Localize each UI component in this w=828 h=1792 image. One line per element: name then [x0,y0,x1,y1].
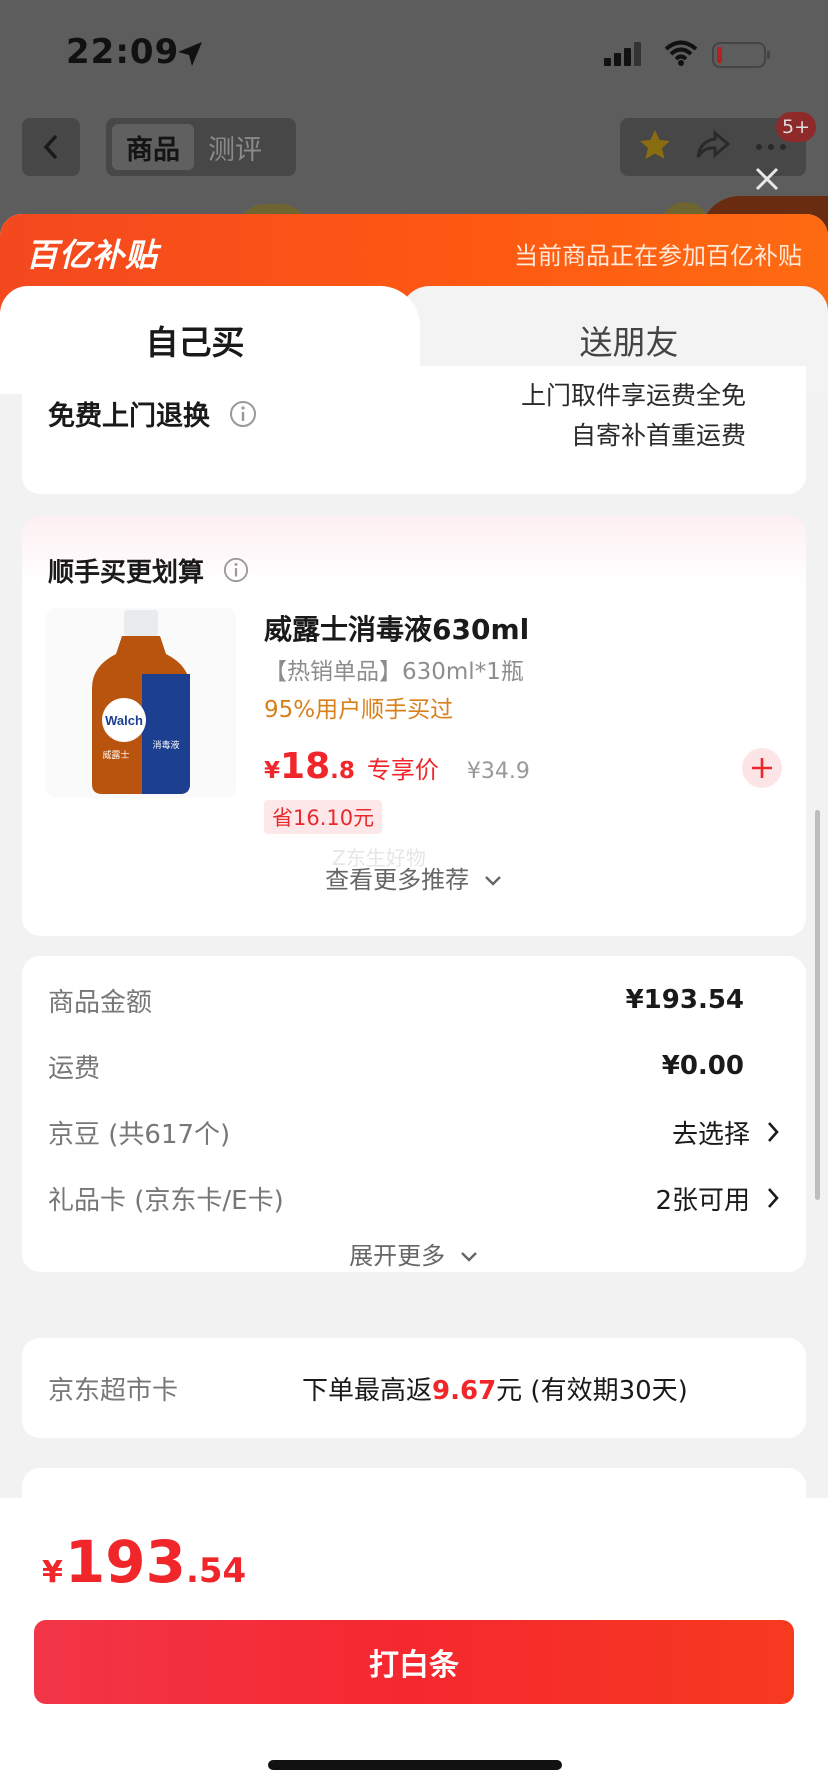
nav-tabs: 商品 测评 [106,118,296,176]
more-recommendations-label: 查看更多推荐 [325,866,470,894]
summary-value: 2张可用 [655,1180,780,1217]
cellular-signal-icon [604,42,644,70]
upsell-title-text: 顺手买更划算 [48,558,205,588]
info-icon[interactable] [229,400,257,435]
message-badge: 5+ [776,112,817,142]
total-price: ¥ 193 .54 [42,1528,246,1596]
summary-row-giftcard[interactable]: 礼品卡 (京东卡/E卡) 2张可用 [48,1178,780,1218]
cashback-suffix: 元 (有效期30天) [496,1376,688,1406]
add-to-cart-button[interactable] [742,748,782,788]
cashback-amount: 9.67 [432,1376,497,1406]
chevron-down-icon [484,876,501,886]
product-spec: 【热销单品】630ml*1瓶 [264,659,524,685]
total-currency: ¥ [42,1555,63,1590]
wifi-icon [664,40,698,70]
summary-value: ¥193.54 [625,985,744,1015]
chevron-right-icon [768,1122,779,1142]
tab-review[interactable]: 测评 [194,124,276,170]
summary-label: 礼品卡 (京东卡/E卡) [48,1185,284,1216]
battery-low-icon [712,42,772,72]
more-recommendations-link[interactable]: 查看更多推荐 [22,860,806,895]
total-integer: 193 [64,1528,186,1596]
total-decimal: .54 [185,1551,247,1591]
product-image-type: 消毒液 [152,739,179,751]
price-integer: 18 [280,746,331,787]
original-price: ¥34.9 [466,759,530,784]
status-bar: 22:09 [0,0,828,100]
tab-gift-friend-label: 送朋友 [579,323,679,362]
product-name[interactable]: 威露士消毒液630ml [264,608,529,648]
savings-badge: 省16.10元 [264,800,383,834]
close-sheet-icon[interactable] [754,166,780,196]
summary-value: 去选择 [672,1114,780,1151]
chevron-down-icon [460,1252,477,1262]
subsidy-logo: 百亿补贴 [26,236,159,274]
info-icon[interactable] [223,557,249,590]
status-time: 22:09 [66,32,180,72]
product-image-cn: 威露士 [102,749,129,761]
checkout-footer: ¥ 193 .54 打白条 [0,1498,828,1792]
summary-label: 运费 [48,1053,101,1084]
upsell-card: 顺手买更划算 Walch 威露士 消毒液 威露士消毒液630ml 【热销单品】6… [22,516,806,936]
order-summary-card: 商品金额 ¥193.54 运费 ¥0.00 京豆 (共617个) 去选择 礼品卡… [22,956,806,1272]
summary-row-shipping: 运费 ¥0.00 [48,1046,780,1086]
supermarket-card-row[interactable]: 京东超市卡 下单最高返9.67元 (有效期30天) [22,1338,806,1438]
product-purchase-rate: 95%用户顺手买过 [264,697,454,723]
price-decimal: .8 [330,758,355,784]
price-tag: 专享价 [366,756,439,784]
supermarket-card-value: 下单最高返9.67元 (有效期30天) [302,1370,688,1407]
nav-bar: 商品 测评 [0,112,828,192]
share-icon[interactable] [695,127,731,167]
pay-with-baitiao-button[interactable]: 打白条 [34,1620,794,1704]
product-image[interactable]: Walch 威露士 消毒液 [46,608,236,798]
summary-row-goods: 商品金额 ¥193.54 [48,980,780,1020]
cashback-prefix: 下单最高返 [302,1376,433,1406]
price-currency: ¥ [264,758,281,784]
summary-row-jingdou[interactable]: 京豆 (共617个) 去选择 [48,1112,780,1152]
supermarket-card-label: 京东超市卡 [48,1376,179,1406]
scrollbar[interactable] [815,810,820,1200]
tab-buy-self-label: 自己买 [145,323,245,362]
summary-value-text: 去选择 [671,1119,750,1150]
product-image-brand: Walch [105,713,143,728]
return-service-pickup: 上门取件享运费全免 [520,381,746,410]
tab-product[interactable]: 商品 [112,124,194,170]
return-service-card: 免费上门退换 上门取件享运费全免 自寄补首重运费 [22,366,806,494]
home-indicator[interactable] [268,1760,562,1770]
chevron-right-icon [768,1188,779,1208]
back-button[interactable] [22,118,80,176]
expand-more-label: 展开更多 [349,1242,446,1270]
plus-icon [752,758,772,778]
summary-label: 商品金额 [48,987,153,1018]
summary-value: ¥0.00 [661,1051,744,1081]
return-service-title: 免费上门退换 [48,394,257,435]
upsell-title: 顺手买更划算 [48,552,249,590]
return-service-self-ship: 自寄补首重运费 [570,421,746,450]
chevron-left-icon [43,134,58,160]
expand-more-link[interactable]: 展开更多 [22,1236,806,1271]
location-arrow-icon [176,40,204,72]
favorite-star-icon[interactable] [637,127,673,167]
product-price: ¥ 18 .8 专享价 ¥34.9 [264,746,530,787]
return-service-title-text: 免费上门退换 [48,401,210,432]
subsidy-text: 当前商品正在参加百亿补贴 [514,242,802,270]
summary-label: 京豆 (共617个) [48,1119,231,1150]
summary-value-text: 2张可用 [655,1185,750,1216]
